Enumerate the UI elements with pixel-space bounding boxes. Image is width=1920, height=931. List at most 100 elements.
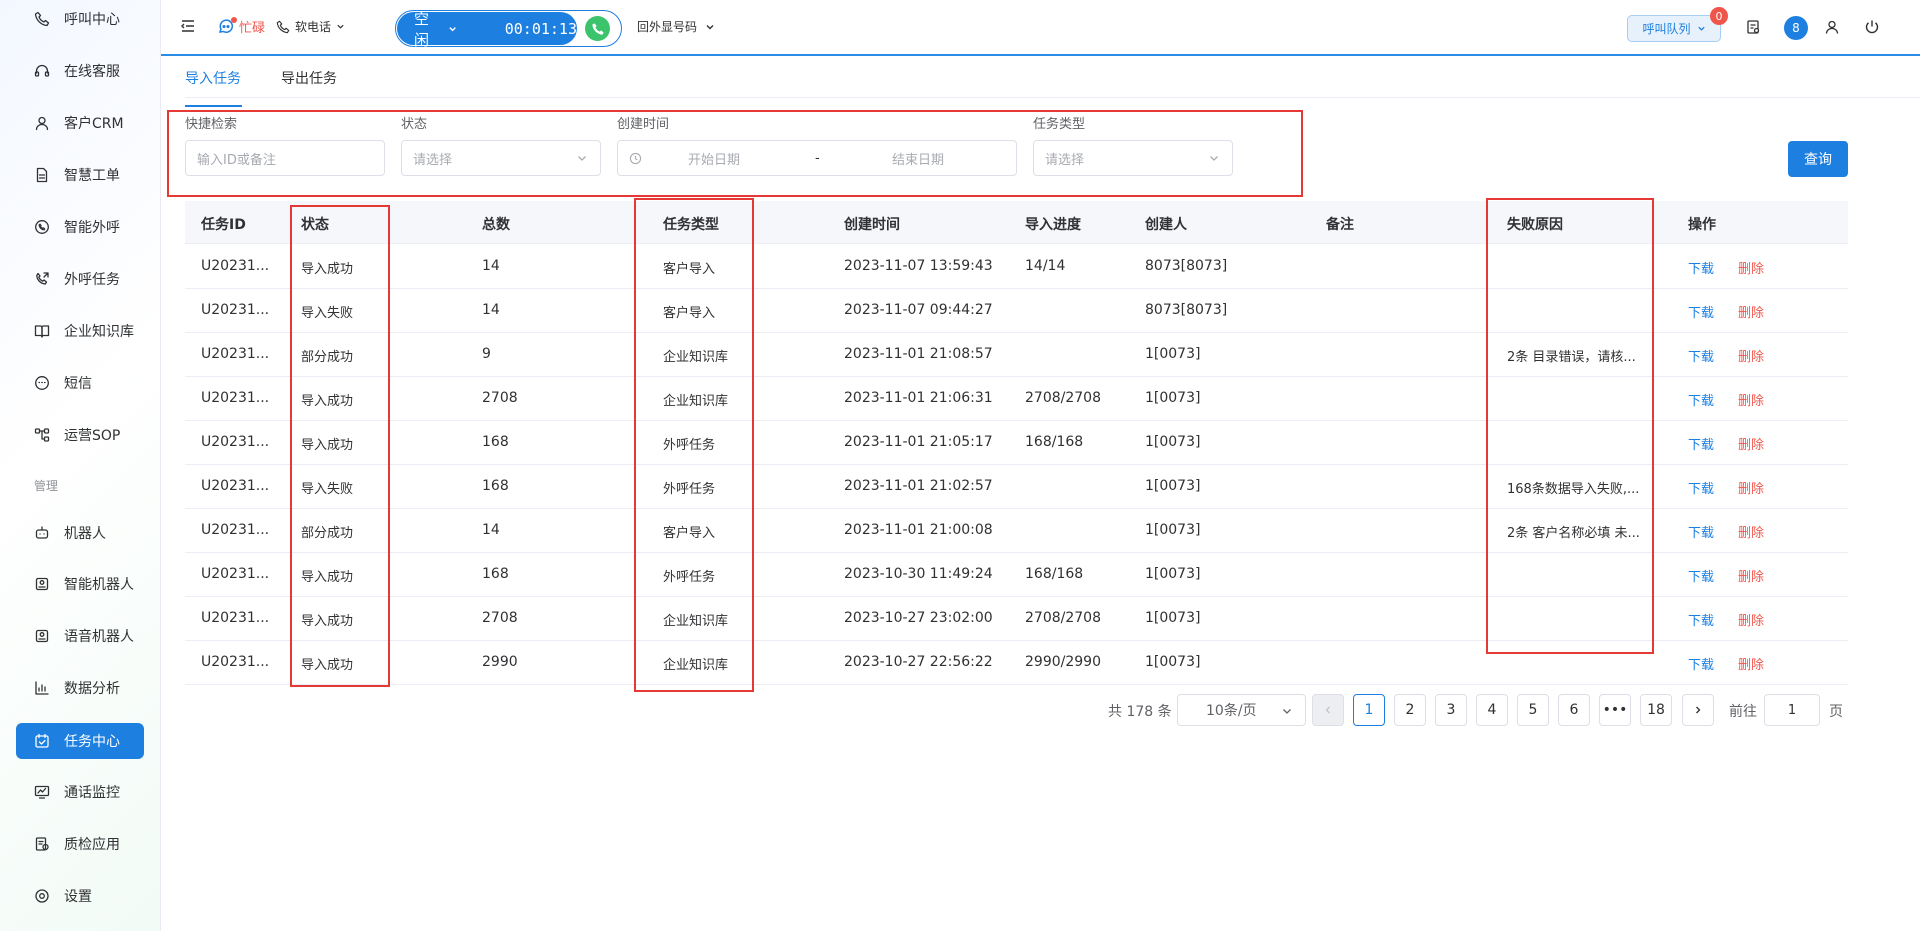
prev-page-button[interactable] [1312, 694, 1344, 726]
progress-cell: 2708/2708 [1025, 610, 1101, 626]
task-type-placeholder: 请选择 [1045, 152, 1085, 168]
page-button[interactable]: 6 [1558, 694, 1590, 726]
call-queue-button[interactable]: 呼叫队列 [1627, 15, 1721, 42]
download-link[interactable]: 下载 [1688, 434, 1714, 453]
sidebar-item-call-monitor[interactable]: 通话监控 [16, 774, 144, 810]
download-link[interactable]: 下载 [1688, 390, 1714, 409]
tab-import-label: 导入任务 [185, 71, 241, 87]
user-icon [1825, 20, 1839, 34]
delete-link[interactable]: 删除 [1738, 302, 1764, 321]
total-cell: 14 [482, 522, 500, 538]
delete-link[interactable]: 删除 [1738, 390, 1764, 409]
user-number-badge[interactable]: 8 [1784, 16, 1808, 40]
sidebar-group-manage: 管理 [34, 479, 59, 493]
sidebar-item-label: 客户CRM [64, 116, 124, 132]
busy-label: 忙碌 [239, 21, 266, 36]
col-total-header: 总数 [482, 217, 510, 233]
delete-link[interactable]: 删除 [1738, 654, 1764, 673]
quick-search-label: 快捷检索 [185, 117, 238, 132]
next-page-button[interactable] [1682, 694, 1714, 726]
outbound-number-selector[interactable]: 回外显号码 [637, 18, 715, 35]
sidebar-item-outbound-task[interactable]: 外呼任务 [16, 261, 144, 297]
page-button[interactable]: 4 [1476, 694, 1508, 726]
sidebar-item-smart-outbound[interactable]: 智能外呼 [16, 209, 144, 245]
query-button[interactable]: 查询 [1788, 141, 1848, 177]
page-button[interactable]: 18 [1640, 694, 1672, 726]
phone-icon [276, 20, 290, 33]
sidebar-item-label: 在线客服 [64, 64, 120, 80]
delete-link[interactable]: 删除 [1738, 522, 1764, 541]
quick-search-input[interactable]: 输入ID或备注 [185, 140, 385, 176]
creator-cell: 1[0073] [1145, 610, 1201, 626]
phone-icon [34, 11, 50, 27]
sidebar-item-data-analysis[interactable]: 数据分析 [16, 670, 144, 706]
agent-state-label: 空闲 [414, 9, 430, 49]
sidebar-item-smart-robot[interactable]: 智能机器人 [16, 566, 144, 602]
status-select[interactable]: 请选择 [401, 140, 601, 176]
power-icon [1865, 20, 1879, 34]
page-button[interactable]: 5 [1517, 694, 1549, 726]
page-button[interactable]: 1 [1353, 694, 1385, 726]
download-link[interactable]: 下载 [1688, 610, 1714, 629]
busy-status[interactable]: 忙碌 [217, 16, 266, 36]
page-size-select[interactable]: 10条/页 [1177, 694, 1306, 726]
page-button[interactable]: 2 [1394, 694, 1426, 726]
sms-icon [34, 375, 50, 391]
total-cell: 2708 [482, 610, 518, 626]
smart-robot-icon [34, 576, 50, 592]
download-link[interactable]: 下载 [1688, 346, 1714, 365]
menu-fold-icon [181, 20, 194, 32]
created-time-cell: 2023-11-01 21:05:17 [844, 434, 993, 450]
sidebar-item-crm[interactable]: 客户CRM [16, 105, 144, 141]
sidebar-item-knowledge-base[interactable]: 企业知识库 [16, 313, 144, 349]
sidebar-item-voice-robot[interactable]: 语音机器人 [16, 618, 144, 654]
download-link[interactable]: 下载 [1688, 566, 1714, 585]
sidebar-item-work-order[interactable]: 智慧工单 [16, 157, 144, 193]
delete-link[interactable]: 删除 [1738, 566, 1764, 585]
delete-link[interactable]: 删除 [1738, 478, 1764, 497]
sidebar-item-robot[interactable]: 机器人 [16, 515, 144, 551]
page-button[interactable]: 3 [1435, 694, 1467, 726]
sidebar-item-settings[interactable]: 设置 [16, 878, 144, 914]
download-link[interactable]: 下载 [1688, 522, 1714, 541]
sidebar-item-sop[interactable]: 运营SOP [16, 417, 144, 453]
chevron-down-icon [1283, 709, 1291, 714]
task-id-cell: U20231... [201, 566, 270, 582]
sidebar-item-quality-check[interactable]: 质检应用 [16, 826, 144, 862]
creator-cell: 8073[8073] [1145, 258, 1228, 274]
download-link[interactable]: 下载 [1688, 478, 1714, 497]
download-link[interactable]: 下载 [1688, 302, 1714, 321]
sidebar-item-call-center[interactable]: 呼叫中心 [16, 1, 144, 37]
agent-state-dropdown[interactable]: 空闲 [414, 8, 457, 50]
download-link[interactable]: 下载 [1688, 258, 1714, 277]
col-import-progress-header: 导入进度 [1025, 217, 1081, 233]
sidebar-item-sms[interactable]: 短信 [16, 365, 144, 401]
sidebar-item-label: 语音机器人 [64, 629, 134, 645]
col-remark-header: 备注 [1326, 217, 1354, 233]
delete-link[interactable]: 删除 [1738, 610, 1764, 629]
user-profile-button[interactable] [1824, 19, 1840, 35]
created-time-cell: 2023-10-30 11:49:24 [844, 566, 993, 582]
logout-button[interactable] [1864, 19, 1880, 35]
date-range-picker[interactable]: 开始日期 - 结束日期 [617, 140, 1017, 176]
chevron-left-icon [1325, 706, 1330, 714]
goto-page-input[interactable]: 1 [1764, 694, 1820, 726]
sidebar-item-online-service[interactable]: 在线客服 [16, 53, 144, 89]
page-ellipsis-button[interactable]: ••• [1599, 694, 1631, 726]
task-type-select[interactable]: 请选择 [1033, 140, 1233, 176]
notes-button[interactable] [1745, 19, 1761, 35]
delete-link[interactable]: 删除 [1738, 434, 1764, 453]
end-date-placeholder[interactable]: 结束日期 [892, 149, 944, 168]
delete-link[interactable]: 删除 [1738, 258, 1764, 277]
collapse-menu-button[interactable] [180, 18, 196, 34]
created-time-cell: 2023-11-01 21:02:57 [844, 478, 993, 494]
tab-import-tasks[interactable]: 导入任务 [185, 68, 242, 107]
answer-call-button[interactable] [585, 16, 610, 41]
sidebar-item-label: 呼叫中心 [64, 12, 120, 28]
tab-export-tasks[interactable]: 导出任务 [281, 68, 337, 88]
download-link[interactable]: 下载 [1688, 654, 1714, 673]
delete-link[interactable]: 删除 [1738, 346, 1764, 365]
sidebar-item-task-center[interactable]: 任务中心 [16, 723, 144, 759]
softphone-selector[interactable]: 软电话 [276, 18, 345, 35]
start-date-placeholder[interactable]: 开始日期 [688, 149, 740, 168]
